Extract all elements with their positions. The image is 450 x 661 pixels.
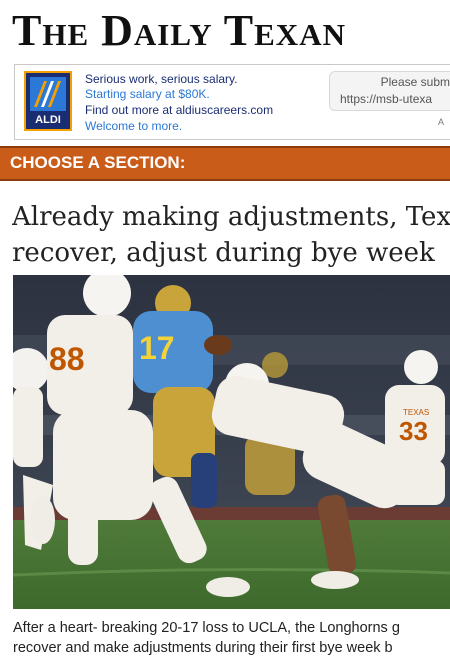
jersey-number-88: 88	[49, 341, 85, 377]
caption-line-1: After a heart- breaking 20-17 loss to UC…	[13, 620, 400, 636]
caption-line-2: recover and make adjustments during thei…	[13, 640, 393, 656]
jersey-number-33: 33	[399, 416, 428, 446]
headline-line-2: recover, adjust during bye week	[12, 238, 435, 268]
section-menu-bar[interactable]: CHOOSE A SECTION:	[0, 146, 450, 181]
ad-headline[interactable]: Serious work, serious salary.	[85, 72, 238, 86]
ad-choices-label[interactable]: A	[438, 117, 444, 127]
advertisement-banner[interactable]: ALDI Serious work, serious salary. Start…	[14, 64, 450, 140]
article-photo[interactable]: TEXAS 33 88 17	[13, 275, 450, 609]
masthead: The Daily Texan	[0, 0, 450, 62]
ad-form-box[interactable]: Please subm https://msb-utexa	[329, 71, 450, 111]
ad-form-label: Please subm	[380, 75, 450, 89]
choose-section-label[interactable]: CHOOSE A SECTION:	[10, 153, 185, 173]
headline-line-1: Already making adjustments, Texas	[12, 202, 450, 232]
jersey-number-17: 17	[139, 330, 175, 366]
football-game-illustration: TEXAS 33 88 17	[13, 275, 450, 609]
aldi-logo-mark-icon	[30, 77, 66, 111]
ad-url-text[interactable]: Find out more at aldiuscareers.com	[85, 103, 273, 117]
ad-salary-text[interactable]: Starting salary at $80K.	[85, 87, 210, 101]
aldi-logo-text: ALDI	[35, 114, 61, 126]
aldi-logo[interactable]: ALDI	[24, 71, 72, 131]
ad-form-url[interactable]: https://msb-utexa	[340, 92, 432, 106]
ad-tagline[interactable]: Welcome to more.	[85, 119, 182, 133]
photo-caption: After a heart- breaking 20-17 loss to UC…	[13, 618, 450, 661]
site-logo-title[interactable]: The Daily Texan	[12, 4, 346, 58]
article-headline[interactable]: Already making adjustments, Texas recove…	[12, 199, 450, 273]
